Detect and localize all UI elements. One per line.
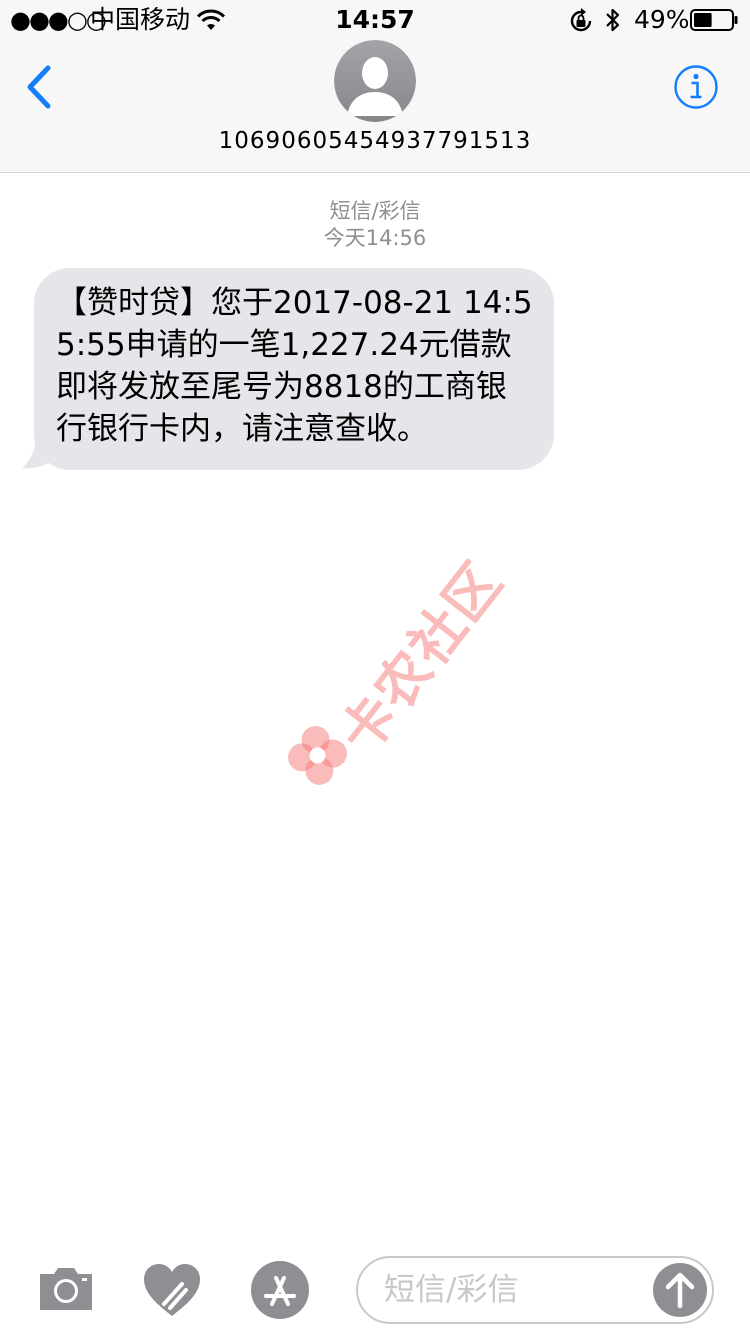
camera-icon[interactable]	[36, 1264, 96, 1314]
status-bar: ●●●○○ 中国移动 14:57 49%	[0, 0, 750, 40]
battery-icon	[690, 9, 738, 31]
bluetooth-icon	[606, 8, 620, 32]
message-type-label: 短信/彩信	[329, 199, 421, 223]
watermark: 卡农社区	[255, 528, 541, 831]
message-input[interactable]: 短信/彩信	[356, 1256, 714, 1324]
watermark-text: 卡农社区	[327, 549, 516, 766]
contact-avatar[interactable]	[334, 40, 416, 122]
rotation-lock-icon	[570, 8, 592, 32]
message-text: 【赞时贷】您于2017-08-21 14:55:55申请的一笔1,227.24元…	[34, 268, 554, 470]
message-timestamp: 今天14:56	[323, 226, 427, 250]
send-arrow-icon[interactable]	[652, 1262, 708, 1318]
compose-toolbar: 短信/彩信	[0, 1250, 750, 1334]
contact-number[interactable]: 10690605454937791513	[0, 126, 750, 156]
digital-touch-heart-icon[interactable]	[142, 1262, 202, 1318]
message-bubble-incoming[interactable]: 【赞时贷】您于2017-08-21 14:55:55申请的一笔1,227.24元…	[22, 268, 554, 470]
conversation-header: 10690605454937791513	[0, 40, 750, 173]
message-input-placeholder: 短信/彩信	[384, 1272, 519, 1308]
app-store-icon[interactable]	[250, 1260, 310, 1320]
info-icon[interactable]	[673, 64, 719, 110]
back-chevron-icon[interactable]	[20, 62, 56, 112]
battery-percent: 49%	[634, 5, 690, 34]
